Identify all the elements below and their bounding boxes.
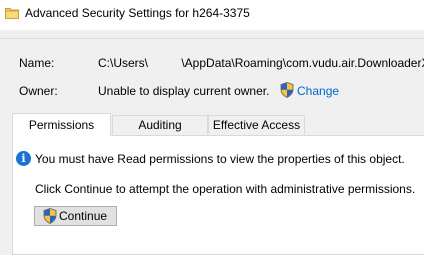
folder-icon (5, 8, 19, 19)
tab-auditing[interactable]: Auditing (112, 115, 208, 134)
window-title: Advanced Security Settings for h264-3375 (25, 6, 250, 20)
uac-shield-icon (43, 208, 57, 224)
info-icon: i (16, 151, 31, 166)
tab-permissions[interactable]: Permissions (12, 113, 111, 136)
tab-effective-access[interactable]: Effective Access (208, 115, 305, 134)
title-bar: Advanced Security Settings for h264-3375 (0, 0, 424, 30)
continue-message: Click Continue to attempt the operation … (35, 182, 416, 196)
owner-label: Owner: (19, 84, 58, 98)
continue-button-label: Continue (59, 209, 108, 223)
info-message: You must have Read permissions to view t… (35, 152, 405, 166)
continue-button[interactable]: Continue (34, 206, 117, 226)
owner-value: Unable to display current owner. (98, 84, 270, 98)
name-value: C:\Users\ \AppData\Roaming\com.vudu.air.… (98, 56, 424, 70)
name-label: Name: (19, 56, 55, 70)
change-owner-link[interactable]: Change (297, 83, 339, 99)
uac-shield-icon[interactable] (280, 82, 294, 98)
